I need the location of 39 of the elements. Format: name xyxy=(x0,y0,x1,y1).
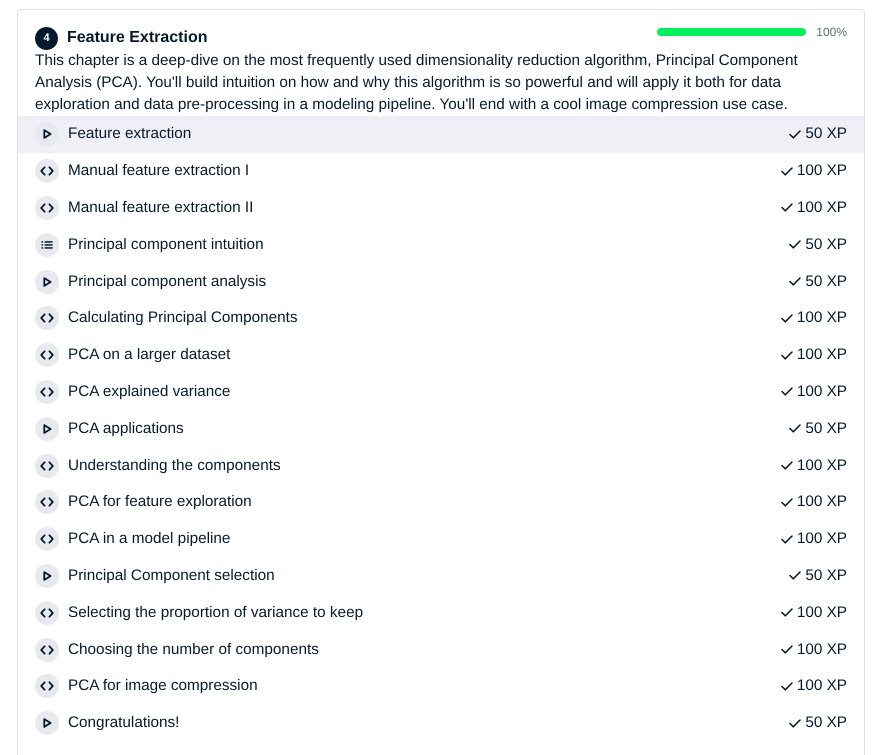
lesson-title: Selecting the proportion of variance to keep xyxy=(68,602,364,623)
progress-percentage: 100% xyxy=(815,24,847,40)
xp-points: 100 XP xyxy=(796,345,847,366)
xp-points: 50 XP xyxy=(805,566,847,586)
xp-points: 100 XP xyxy=(796,602,847,623)
xp-points: 50 XP xyxy=(805,713,847,734)
xp-points: 50 XP xyxy=(805,418,847,439)
lesson-row[interactable]: Feature extraction 50 XP xyxy=(18,116,864,153)
lesson-title: Calculating Principal Components xyxy=(68,308,298,328)
chapter-number-badge: 4 xyxy=(35,26,58,50)
lesson-title: Principal Component selection xyxy=(68,566,275,586)
xp-points: 50 XP xyxy=(805,272,847,292)
xp-points: 100 XP xyxy=(796,382,847,402)
lesson-title: PCA in a model pipeline xyxy=(68,529,230,550)
xp-points: 100 XP xyxy=(796,308,847,328)
xp-points: 50 XP xyxy=(805,124,847,144)
lesson-title: Feature extraction xyxy=(68,124,192,144)
xp-points: 100 XP xyxy=(796,529,847,550)
lesson-title: PCA for feature exploration xyxy=(68,492,252,512)
lesson-title: Principal component intuition xyxy=(68,234,264,255)
xp-points: 100 XP xyxy=(796,161,847,182)
lesson-title: PCA explained variance xyxy=(68,382,230,402)
xp-points: 50 XP xyxy=(805,234,847,255)
chapter-description: This chapter is a deep-dive on the most frequently used dimensionality reduction algorithm, Principal Component Analysis (PCA). You'll build intuition on how and why this algorithm is so powerful and will apply it both for data exploration and data pre-processing in a modeling pipeline. You'll end with a cool image compression use case. xyxy=(35,51,799,115)
xp-points: 100 XP xyxy=(796,456,847,476)
lesson-title: Manual feature extraction II xyxy=(68,198,254,218)
xp-points: 100 XP xyxy=(796,640,847,660)
chapter-title: Feature Extraction xyxy=(67,28,208,48)
xp-points: 100 XP xyxy=(796,198,847,218)
lesson-title: PCA applications xyxy=(68,418,184,439)
lesson-title: Principal component analysis xyxy=(68,272,266,292)
lesson-title: Manual feature extraction I xyxy=(68,161,250,182)
xp-points: 100 XP xyxy=(796,676,847,696)
lesson-title: PCA on a larger dataset xyxy=(68,345,230,366)
xp-points: 100 XP xyxy=(796,492,847,512)
lesson-title: PCA for image compression xyxy=(68,676,258,696)
lesson-title: Congratulations! xyxy=(68,713,180,734)
lesson-title: Understanding the components xyxy=(68,456,281,476)
lesson-title: Choosing the number of components xyxy=(68,640,319,660)
